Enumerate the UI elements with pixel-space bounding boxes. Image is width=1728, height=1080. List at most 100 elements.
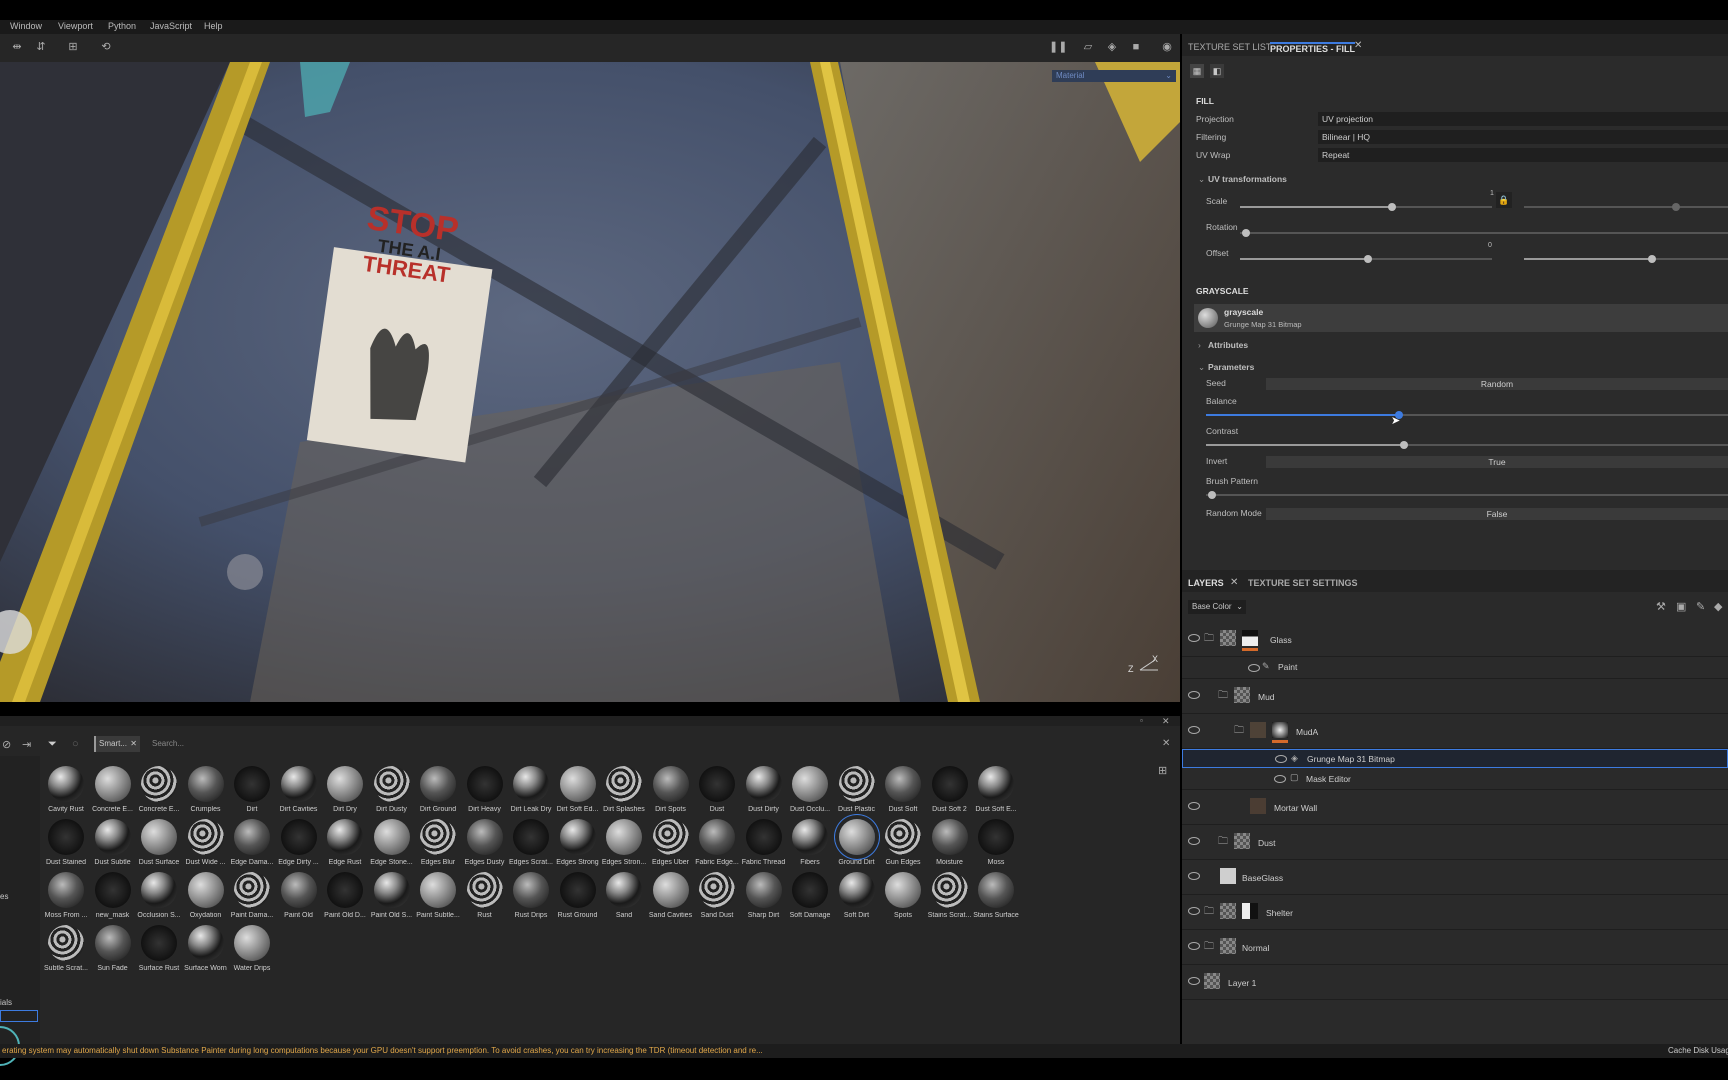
- material-ball-thumbnail[interactable]: [48, 819, 84, 855]
- material-ball-thumbnail[interactable]: [94, 766, 131, 802]
- chevron-right-icon[interactable]: ›: [1198, 340, 1201, 350]
- filter-tag-smart[interactable]: Smart... ✕: [94, 736, 140, 752]
- projection-dropdown[interactable]: UV projection: [1318, 112, 1728, 126]
- material-ball-thumbnail[interactable]: [699, 819, 735, 855]
- layer-row-glass[interactable]: 🗀 Glass: [1182, 622, 1728, 657]
- material-ball-thumbnail[interactable]: [513, 872, 549, 908]
- eye-icon[interactable]: [1188, 977, 1200, 985]
- history-icon[interactable]: ⟲: [99, 40, 113, 54]
- close-icon[interactable]: ✕: [1162, 716, 1170, 727]
- material-ball-thumbnail[interactable]: [559, 766, 596, 802]
- random-mode-toggle[interactable]: False: [1266, 508, 1728, 520]
- tab-layers[interactable]: LAYERS: [1188, 578, 1224, 588]
- eye-icon[interactable]: [1275, 755, 1287, 763]
- material-ball-thumbnail[interactable]: [745, 872, 782, 908]
- close-icon[interactable]: ✕: [1354, 40, 1362, 51]
- camera-icon[interactable]: ■: [1129, 40, 1143, 54]
- rotation-slider[interactable]: [1240, 232, 1728, 234]
- material-ball-thumbnail[interactable]: [280, 872, 317, 908]
- eye-icon[interactable]: [1188, 837, 1200, 845]
- maximize-icon[interactable]: ▫: [1140, 716, 1143, 725]
- tab-texture-set-list[interactable]: TEXTURE SET LIST: [1188, 42, 1271, 52]
- parameters-header[interactable]: Parameters: [1208, 362, 1254, 372]
- fill-layer-icon[interactable]: ◆: [1714, 600, 1722, 613]
- layer-row-muda[interactable]: 🗀 MudA: [1182, 714, 1728, 749]
- hide-icon[interactable]: ⊘: [2, 738, 11, 751]
- material-ball-thumbnail[interactable]: [466, 819, 503, 855]
- eye-icon[interactable]: [1188, 907, 1200, 915]
- pause-icon[interactable]: ❚❚: [1049, 40, 1067, 54]
- layer-row-grunge-map[interactable]: ◈ Grunge Map 31 Bitmap: [1182, 749, 1728, 768]
- import-icon[interactable]: ⇥: [22, 738, 31, 751]
- material-ball-thumbnail[interactable]: [978, 872, 1014, 908]
- add-mask-icon[interactable]: ▣: [1676, 600, 1686, 613]
- clear-search-icon[interactable]: ✕: [1162, 738, 1170, 749]
- eye-icon[interactable]: [1248, 664, 1260, 672]
- layer-row-mud[interactable]: 🗀 Mud: [1182, 679, 1728, 714]
- material-ball-thumbnail[interactable]: [838, 766, 875, 802]
- eye-icon[interactable]: [1188, 634, 1200, 642]
- material-ball-thumbnail[interactable]: [513, 819, 549, 855]
- material-ball-thumbnail[interactable]: [94, 819, 131, 855]
- viewport-mode-dropdown[interactable]: Material ⌄: [1052, 70, 1176, 82]
- material-ball-thumbnail[interactable]: [699, 766, 735, 802]
- eye-icon[interactable]: [1274, 775, 1286, 783]
- material-ball-thumbnail[interactable]: [373, 766, 410, 802]
- filter-icon[interactable]: ⏷: [48, 738, 57, 751]
- category-label[interactable]: es: [0, 892, 8, 901]
- material-ball-thumbnail[interactable]: [978, 819, 1014, 855]
- category-selection[interactable]: [0, 1010, 38, 1022]
- material-ball-thumbnail[interactable]: [94, 872, 131, 908]
- material-ball-thumbnail[interactable]: [141, 872, 177, 908]
- material-ball-thumbnail[interactable]: [652, 872, 689, 908]
- material-ball-thumbnail[interactable]: [373, 872, 410, 908]
- material-ball-thumbnail[interactable]: [931, 819, 968, 855]
- eye-icon[interactable]: [1188, 872, 1200, 880]
- symmetry-y-icon[interactable]: ⇵: [34, 40, 48, 54]
- material-ball-thumbnail[interactable]: [931, 766, 968, 802]
- close-icon[interactable]: ✕: [1230, 577, 1238, 588]
- material-ball-thumbnail[interactable]: [420, 766, 456, 802]
- material-ball-thumbnail[interactable]: [327, 872, 363, 908]
- material-mode-icon[interactable]: ▦: [1190, 64, 1204, 78]
- layer-row-dust[interactable]: 🗀 Dust: [1182, 825, 1728, 860]
- material-ball-thumbnail[interactable]: [187, 819, 224, 855]
- material-ball-thumbnail[interactable]: [606, 766, 642, 802]
- brush-pattern-slider-knob[interactable]: [1208, 491, 1216, 499]
- contrast-slider-knob[interactable]: [1400, 441, 1408, 449]
- brush-pattern-slider[interactable]: [1206, 494, 1728, 496]
- eye-icon[interactable]: [1188, 942, 1200, 950]
- uv-wrap-dropdown[interactable]: Repeat: [1318, 148, 1728, 162]
- material-ball-thumbnail[interactable]: [745, 766, 782, 802]
- material-ball-thumbnail[interactable]: [141, 819, 177, 855]
- chevron-down-icon[interactable]: ⌄: [1198, 174, 1205, 185]
- menu-python[interactable]: Python: [108, 21, 136, 31]
- material-ball-thumbnail[interactable]: [187, 872, 224, 908]
- tab-properties-fill[interactable]: PROPERTIES - FILL: [1270, 42, 1356, 54]
- rotation-slider-knob[interactable]: [1242, 229, 1250, 237]
- material-ball-thumbnail[interactable]: [141, 766, 177, 802]
- grayscale-resource-slot[interactable]: grayscale Grunge Map 31 Bitmap: [1194, 304, 1728, 332]
- menu-help[interactable]: Help: [204, 21, 223, 31]
- material-ball-thumbnail[interactable]: [420, 872, 456, 908]
- material-ball-thumbnail[interactable]: [187, 766, 224, 802]
- grayscale-mode-icon[interactable]: ◧: [1210, 64, 1224, 78]
- view-3d-icon[interactable]: ◈: [1105, 40, 1119, 54]
- layer-row-paint[interactable]: ✎ Paint: [1182, 656, 1728, 679]
- circle-icon[interactable]: ○: [72, 738, 79, 750]
- invert-toggle[interactable]: True: [1266, 456, 1728, 468]
- material-ball-thumbnail[interactable]: [978, 766, 1014, 802]
- material-ball-thumbnail[interactable]: [838, 819, 875, 855]
- material-ball-thumbnail[interactable]: [48, 766, 84, 802]
- material-ball-thumbnail[interactable]: [745, 819, 782, 855]
- category-label-materials[interactable]: ials: [0, 998, 12, 1007]
- material-ball-thumbnail[interactable]: [652, 819, 689, 855]
- material-ball-thumbnail[interactable]: [652, 766, 689, 802]
- material-ball-thumbnail[interactable]: [792, 872, 828, 908]
- eye-icon[interactable]: [1188, 726, 1200, 734]
- grid-view-icon[interactable]: ⊞: [1158, 764, 1167, 777]
- layer-row-baseglass[interactable]: BaseGlass: [1182, 860, 1728, 895]
- 3d-viewport[interactable]: STOP THE A.I THREAT Material ⌄ Z X: [0, 62, 1180, 702]
- magic-wand-icon[interactable]: ⚒: [1656, 600, 1666, 613]
- material-ball-thumbnail[interactable]: [94, 925, 131, 961]
